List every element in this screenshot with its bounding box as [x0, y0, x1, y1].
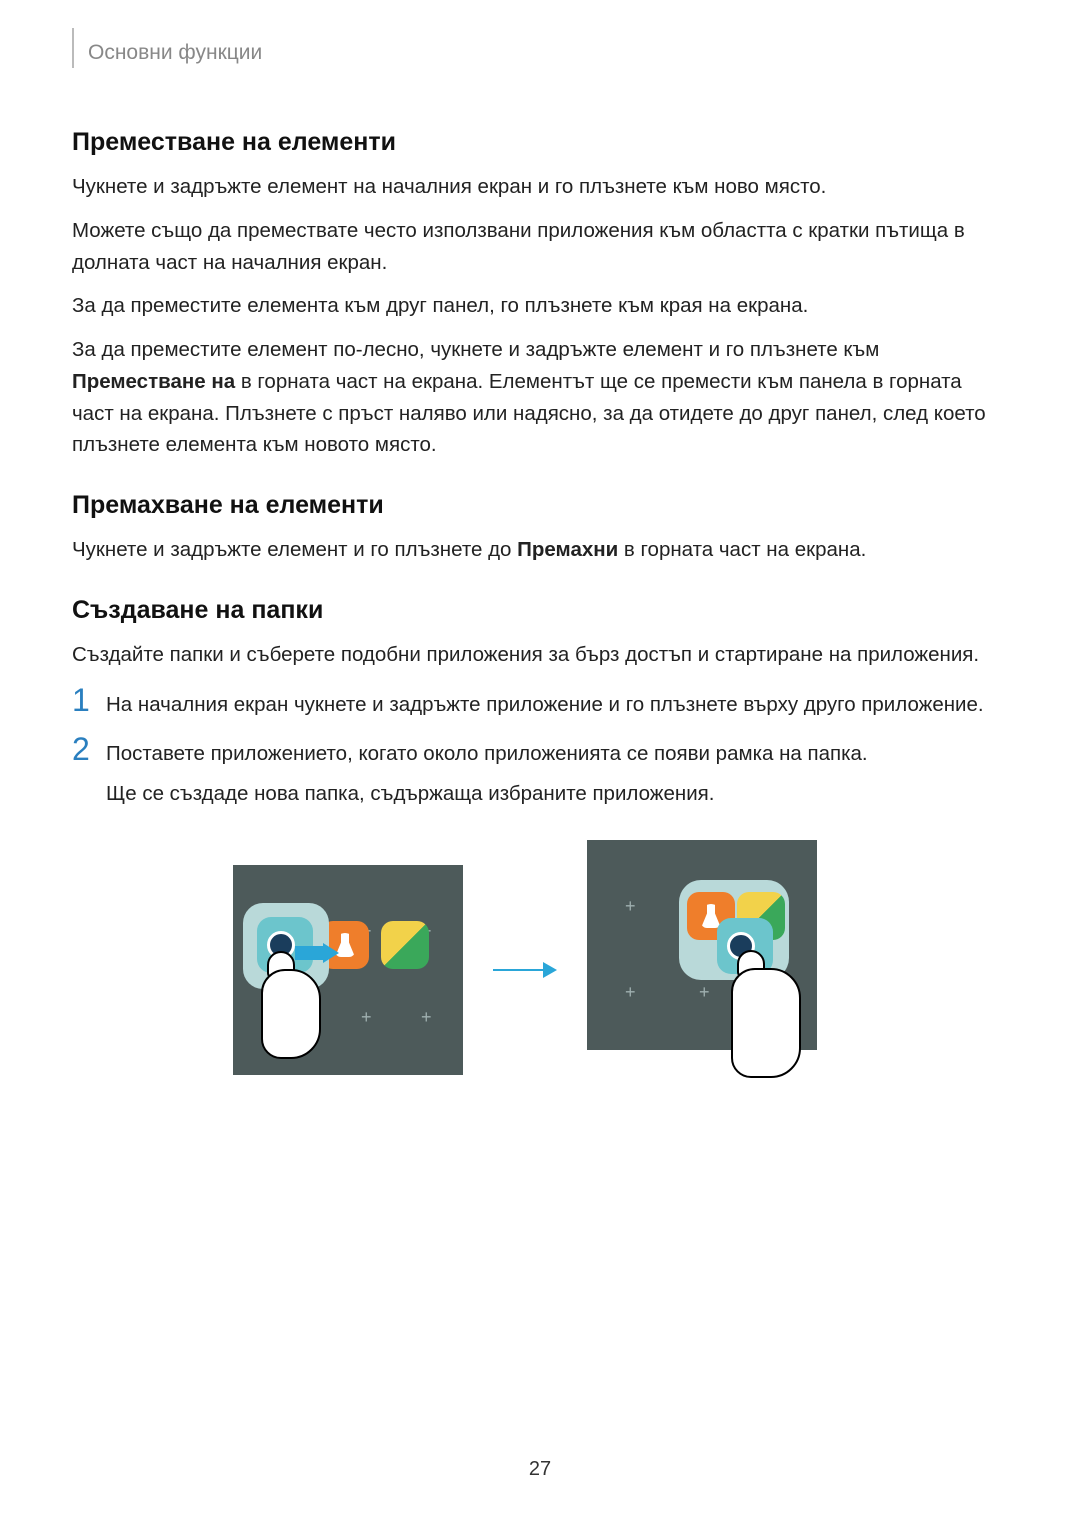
step-1-number: 1 [72, 683, 106, 721]
move-p4: За да преместите елемент по-лесно, чукне… [72, 334, 1008, 461]
transition-arrow-icon [493, 960, 557, 980]
step-2-subtext: Ще се създаде нова папка, съдържаща избр… [106, 778, 1008, 810]
page-header: Основни функции [72, 38, 1008, 68]
drag-arrow-icon [295, 943, 341, 963]
step-2-row: 2 Поставете приложението, когато около п… [72, 732, 1008, 770]
move-p1: Чукнете и задръжте елемент на началния е… [72, 171, 1008, 203]
placeholder-plus-icon: + [699, 982, 710, 1003]
figure-right-wrap: + + + + + [587, 840, 847, 1100]
gallery-icon [381, 921, 429, 969]
header-rule [72, 28, 74, 68]
remove-p1: Чукнете и задръжте елемент и го плъзнете… [72, 534, 1008, 566]
step-2-text: Поставете приложението, когато около при… [106, 732, 868, 770]
placeholder-plus-icon: + [361, 1007, 372, 1028]
folder-figure: + + + + + + + [72, 840, 1008, 1100]
remove-p1-post: в горната част на екрана. [618, 538, 866, 561]
breadcrumb: Основни функции [88, 41, 262, 65]
remove-p1-pre: Чукнете и задръжте елемент и го плъзнете… [72, 538, 517, 561]
remove-p1-bold: Премахни [517, 538, 618, 561]
section-title-remove: Премахване на елементи [72, 491, 1008, 520]
section-title-folders: Създаване на папки [72, 596, 1008, 625]
step-2-number: 2 [72, 732, 106, 770]
move-p4-pre: За да преместите елемент по-лесно, чукне… [72, 338, 879, 361]
move-p4-bold: Преместване на [72, 370, 235, 393]
move-p2: Можете също да премествате често използв… [72, 215, 1008, 279]
placeholder-plus-icon: + [421, 1007, 432, 1028]
page-number: 27 [0, 1458, 1080, 1481]
placeholder-plus-icon: + [625, 982, 636, 1003]
move-p3: За да преместите елемента към друг панел… [72, 290, 1008, 322]
section-title-move: Преместване на елементи [72, 128, 1008, 157]
step-1-row: 1 На началния екран чукнете и задръжте п… [72, 683, 1008, 721]
figure-left-screen: + + + + [233, 865, 463, 1075]
placeholder-plus-icon: + [625, 896, 636, 917]
step-1-text: На началния екран чукнете и задръжте при… [106, 683, 984, 721]
folders-intro: Създайте папки и съберете подобни прилож… [72, 639, 1008, 671]
